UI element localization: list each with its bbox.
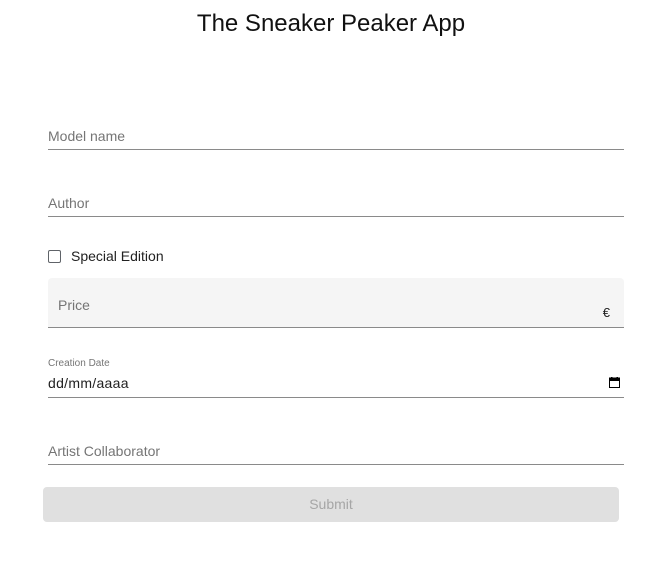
euro-suffix: € [602, 305, 610, 320]
model-name-field[interactable]: Model name [48, 124, 624, 150]
special-edition-label[interactable]: Special Edition [71, 248, 164, 264]
artist-collaborator-placeholder: Artist Collaborator [48, 443, 161, 459]
special-edition-checkbox-row[interactable]: Special Edition [48, 246, 164, 266]
creation-date-input[interactable]: dd/mm/aaaa [48, 375, 129, 391]
page-title: The Sneaker Peaker App [196, 10, 466, 37]
artist-collaborator-field[interactable]: Artist Collaborator [48, 438, 624, 465]
creation-date-label: Creation Date [48, 358, 110, 369]
model-name-placeholder: Model name [48, 128, 126, 144]
author-field[interactable]: Author [48, 191, 624, 217]
price-placeholder: Price [58, 297, 90, 313]
submit-button[interactable]: Submit [43, 487, 619, 522]
special-edition-checkbox[interactable] [48, 249, 61, 263]
price-field[interactable]: Price € [48, 278, 624, 328]
author-placeholder: Author [48, 195, 90, 211]
creation-date-field[interactable]: Creation Date dd/mm/aaaa [48, 356, 624, 398]
calendar-icon[interactable] [609, 377, 620, 388]
